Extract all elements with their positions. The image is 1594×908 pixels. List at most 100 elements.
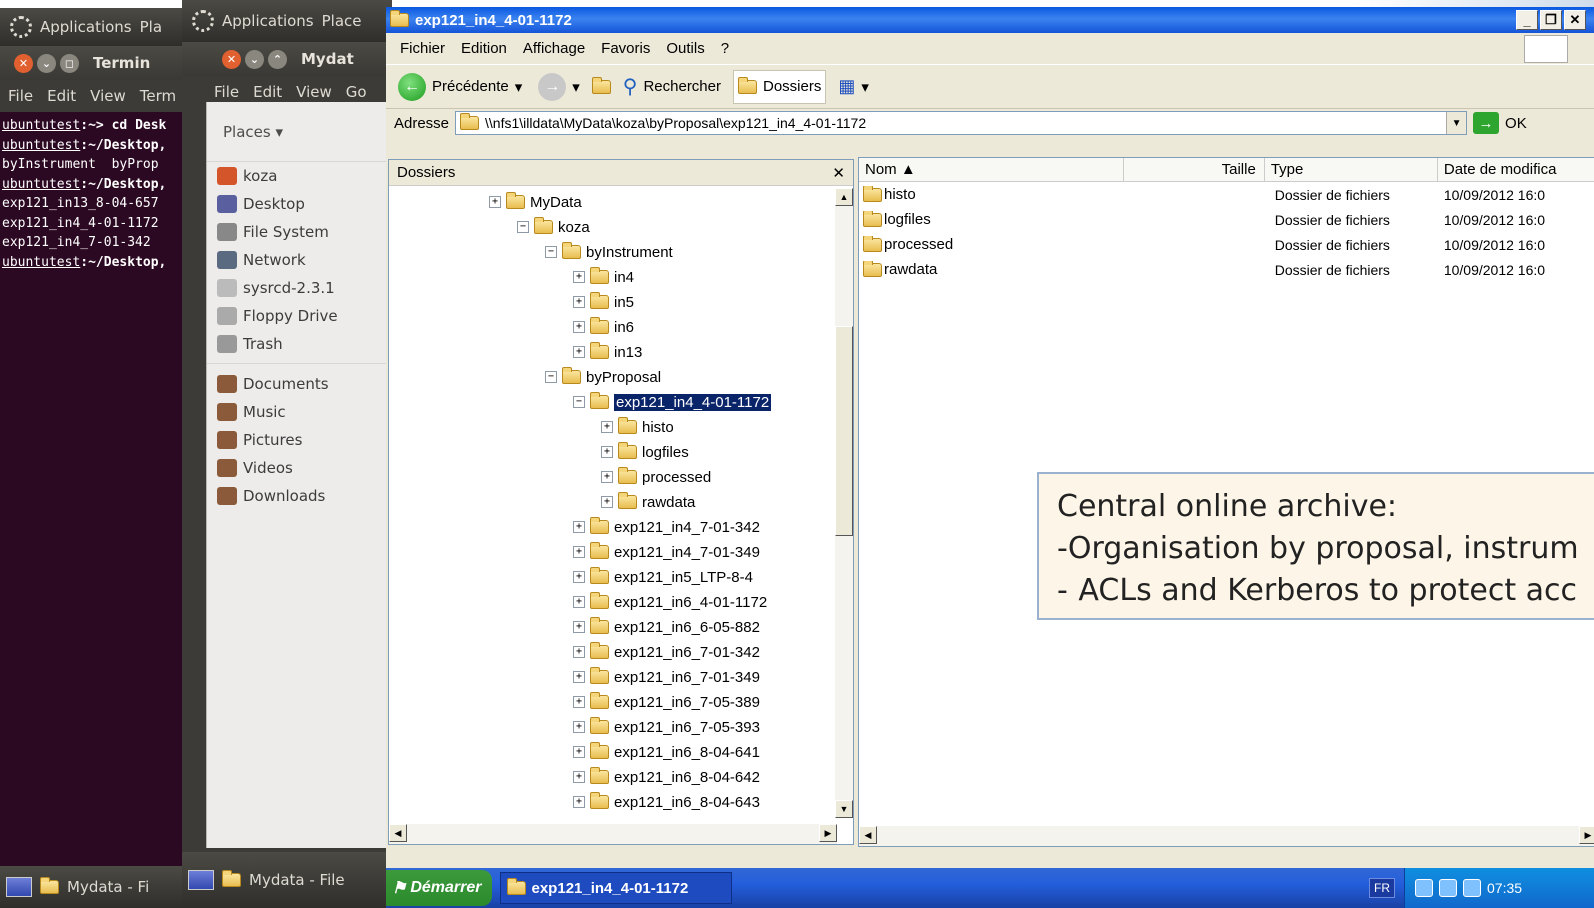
- network-icon[interactable]: [1415, 879, 1433, 897]
- tree-node[interactable]: + exp121_in6_7-05-389: [573, 691, 760, 713]
- places-menu[interactable]: Pla: [140, 18, 162, 36]
- menu-edit[interactable]: Edit: [253, 83, 282, 101]
- scroll-left-icon[interactable]: ◀: [389, 824, 407, 842]
- scroll-right-icon[interactable]: ▶: [1579, 826, 1594, 844]
- explorer-window[interactable]: exp121_in4_4-01-1172 _ ❐ ✕ Fichier Editi…: [386, 7, 1594, 908]
- address-input[interactable]: \\nfs1\illdata\MyData\koza\byProposal\ex…: [455, 111, 1468, 135]
- tree-node[interactable]: − exp121_in4_4-01-1172: [573, 391, 772, 413]
- menu-help[interactable]: ?: [713, 40, 737, 57]
- expand-icon[interactable]: +: [573, 346, 585, 358]
- views-button[interactable]: ▦ ▾: [834, 70, 873, 104]
- menu-view[interactable]: View: [296, 83, 332, 101]
- minimize-icon[interactable]: ⌄: [37, 53, 56, 73]
- menu-terminal[interactable]: Term: [140, 87, 176, 105]
- window-titlebar[interactable]: ✕ ⌄ ◻ Termin: [0, 46, 182, 80]
- menu-affichage[interactable]: Affichage: [515, 40, 593, 57]
- menu-edit[interactable]: Edit: [47, 87, 76, 105]
- menu-edition[interactable]: Edition: [453, 40, 515, 57]
- folder-tree[interactable]: + MyData − koza − byInstrument + in4 + in5 + in6 + in…: [389, 188, 829, 818]
- connection-icon[interactable]: [1463, 879, 1481, 897]
- expand-icon[interactable]: +: [573, 746, 585, 758]
- close-icon[interactable]: ✕: [14, 53, 33, 73]
- table-row[interactable]: rawdata Dossier de fichiers 10/09/2012 16:…: [859, 257, 1594, 282]
- start-button[interactable]: ⚑ Démarrer: [386, 870, 492, 906]
- folder-up-icon[interactable]: [591, 76, 611, 94]
- scroll-right-icon[interactable]: ▶: [819, 824, 837, 842]
- tree-node[interactable]: + in4: [573, 266, 634, 288]
- sidebar-item-koza[interactable]: koza: [207, 162, 392, 190]
- places-menu[interactable]: Place: [322, 12, 362, 30]
- menu-fichier[interactable]: Fichier: [392, 40, 453, 57]
- tree-node[interactable]: − koza: [517, 216, 590, 238]
- sidebar-item-pictures[interactable]: Pictures: [207, 426, 392, 454]
- expand-icon[interactable]: +: [573, 571, 585, 583]
- tree-node[interactable]: + in13: [573, 341, 642, 363]
- close-icon[interactable]: ✕: [222, 49, 241, 69]
- chevron-down-icon[interactable]: ▾: [515, 78, 523, 96]
- expand-icon[interactable]: +: [601, 421, 613, 433]
- tree-node[interactable]: + processed: [601, 466, 711, 488]
- tree-node[interactable]: + in5: [573, 291, 634, 313]
- forward-button[interactable]: → ▾: [534, 70, 584, 104]
- menu-file[interactable]: File: [214, 83, 239, 101]
- close-icon[interactable]: ✕: [832, 164, 845, 182]
- security-icon[interactable]: [1439, 879, 1457, 897]
- expand-icon[interactable]: +: [573, 646, 585, 658]
- language-indicator[interactable]: FR: [1369, 878, 1395, 898]
- table-row[interactable]: logfiles Dossier de fichiers 10/09/2012 16…: [859, 207, 1594, 232]
- maximize-icon[interactable]: ◻: [60, 53, 79, 73]
- show-desktop-icon[interactable]: [188, 870, 214, 890]
- tree-node[interactable]: − byInstrument: [545, 241, 673, 263]
- scroll-left-icon[interactable]: ◀: [859, 826, 877, 844]
- back-button[interactable]: ← Précédente ▾: [394, 70, 526, 104]
- horizontal-scrollbar[interactable]: ◀ ▶: [389, 824, 837, 844]
- tree-node[interactable]: + histo: [601, 416, 674, 438]
- tree-node[interactable]: + exp121_in6_7-01-349: [573, 666, 760, 688]
- tree-node[interactable]: + exp121_in6_4-01-1172: [573, 591, 767, 613]
- chevron-down-icon[interactable]: ▾: [572, 78, 580, 96]
- expand-icon[interactable]: +: [573, 596, 585, 608]
- tree-node[interactable]: + logfiles: [601, 441, 689, 463]
- collapse-icon[interactable]: −: [545, 246, 557, 258]
- tree-node[interactable]: + in6: [573, 316, 634, 338]
- column-name[interactable]: Nom ▲: [859, 158, 1124, 181]
- sidebar-item-file-system[interactable]: File System: [207, 218, 392, 246]
- expand-icon[interactable]: +: [489, 196, 501, 208]
- expand-icon[interactable]: +: [601, 471, 613, 483]
- menu-favoris[interactable]: Favoris: [593, 40, 658, 57]
- search-button[interactable]: ⚲ Rechercher: [619, 70, 725, 104]
- tree-node[interactable]: − byProposal: [545, 366, 661, 388]
- table-row[interactable]: processed Dossier de fichiers 10/09/2012 1…: [859, 232, 1594, 257]
- menu-go[interactable]: Go: [346, 83, 367, 101]
- expand-icon[interactable]: +: [573, 321, 585, 333]
- close-icon[interactable]: ✕: [1564, 10, 1586, 30]
- column-type[interactable]: Type: [1265, 158, 1438, 181]
- scroll-thumb[interactable]: [835, 326, 853, 536]
- expand-icon[interactable]: +: [573, 296, 585, 308]
- expand-icon[interactable]: +: [573, 696, 585, 708]
- tree-node[interactable]: + rawdata: [601, 491, 695, 513]
- expand-icon[interactable]: +: [573, 546, 585, 558]
- expand-icon[interactable]: +: [573, 721, 585, 733]
- collapse-icon[interactable]: −: [517, 221, 529, 233]
- tree-node[interactable]: + exp121_in4_7-01-342: [573, 516, 760, 538]
- column-date[interactable]: Date de modifica: [1438, 158, 1594, 181]
- taskbar-item-mydata[interactable]: Mydata - Fi: [67, 878, 149, 896]
- expand-icon[interactable]: +: [601, 446, 613, 458]
- sidebar-item-downloads[interactable]: Downloads: [207, 482, 392, 510]
- sidebar-item-videos[interactable]: Videos: [207, 454, 392, 482]
- go-button[interactable]: → OK: [1473, 112, 1527, 134]
- tree-node[interactable]: + exp121_in6_8-04-642: [573, 766, 760, 788]
- minimize-icon[interactable]: ⌄: [245, 49, 264, 69]
- tree-node[interactable]: + exp121_in6_7-01-342: [573, 641, 760, 663]
- tree-node[interactable]: + exp121_in4_7-01-349: [573, 541, 760, 563]
- sidebar-item-sysrcd-2-3-1[interactable]: sysrcd-2.3.1: [207, 274, 392, 302]
- terminal-output[interactable]: ubuntutest:~> cd Desk ubuntutest:~/Deskto…: [0, 112, 182, 276]
- sidebar-item-network[interactable]: Network: [207, 246, 392, 274]
- window-titlebar[interactable]: exp121_in4_4-01-1172 _ ❐ ✕: [386, 7, 1594, 33]
- scroll-up-icon[interactable]: ▲: [835, 188, 853, 206]
- expand-icon[interactable]: +: [573, 271, 585, 283]
- collapse-icon[interactable]: −: [573, 396, 585, 408]
- taskbar-item-explorer[interactable]: exp121_in4_4-01-1172: [499, 872, 732, 904]
- terminal-window[interactable]: Applications Pla ✕ ⌄ ◻ Termin File Edit …: [0, 8, 182, 908]
